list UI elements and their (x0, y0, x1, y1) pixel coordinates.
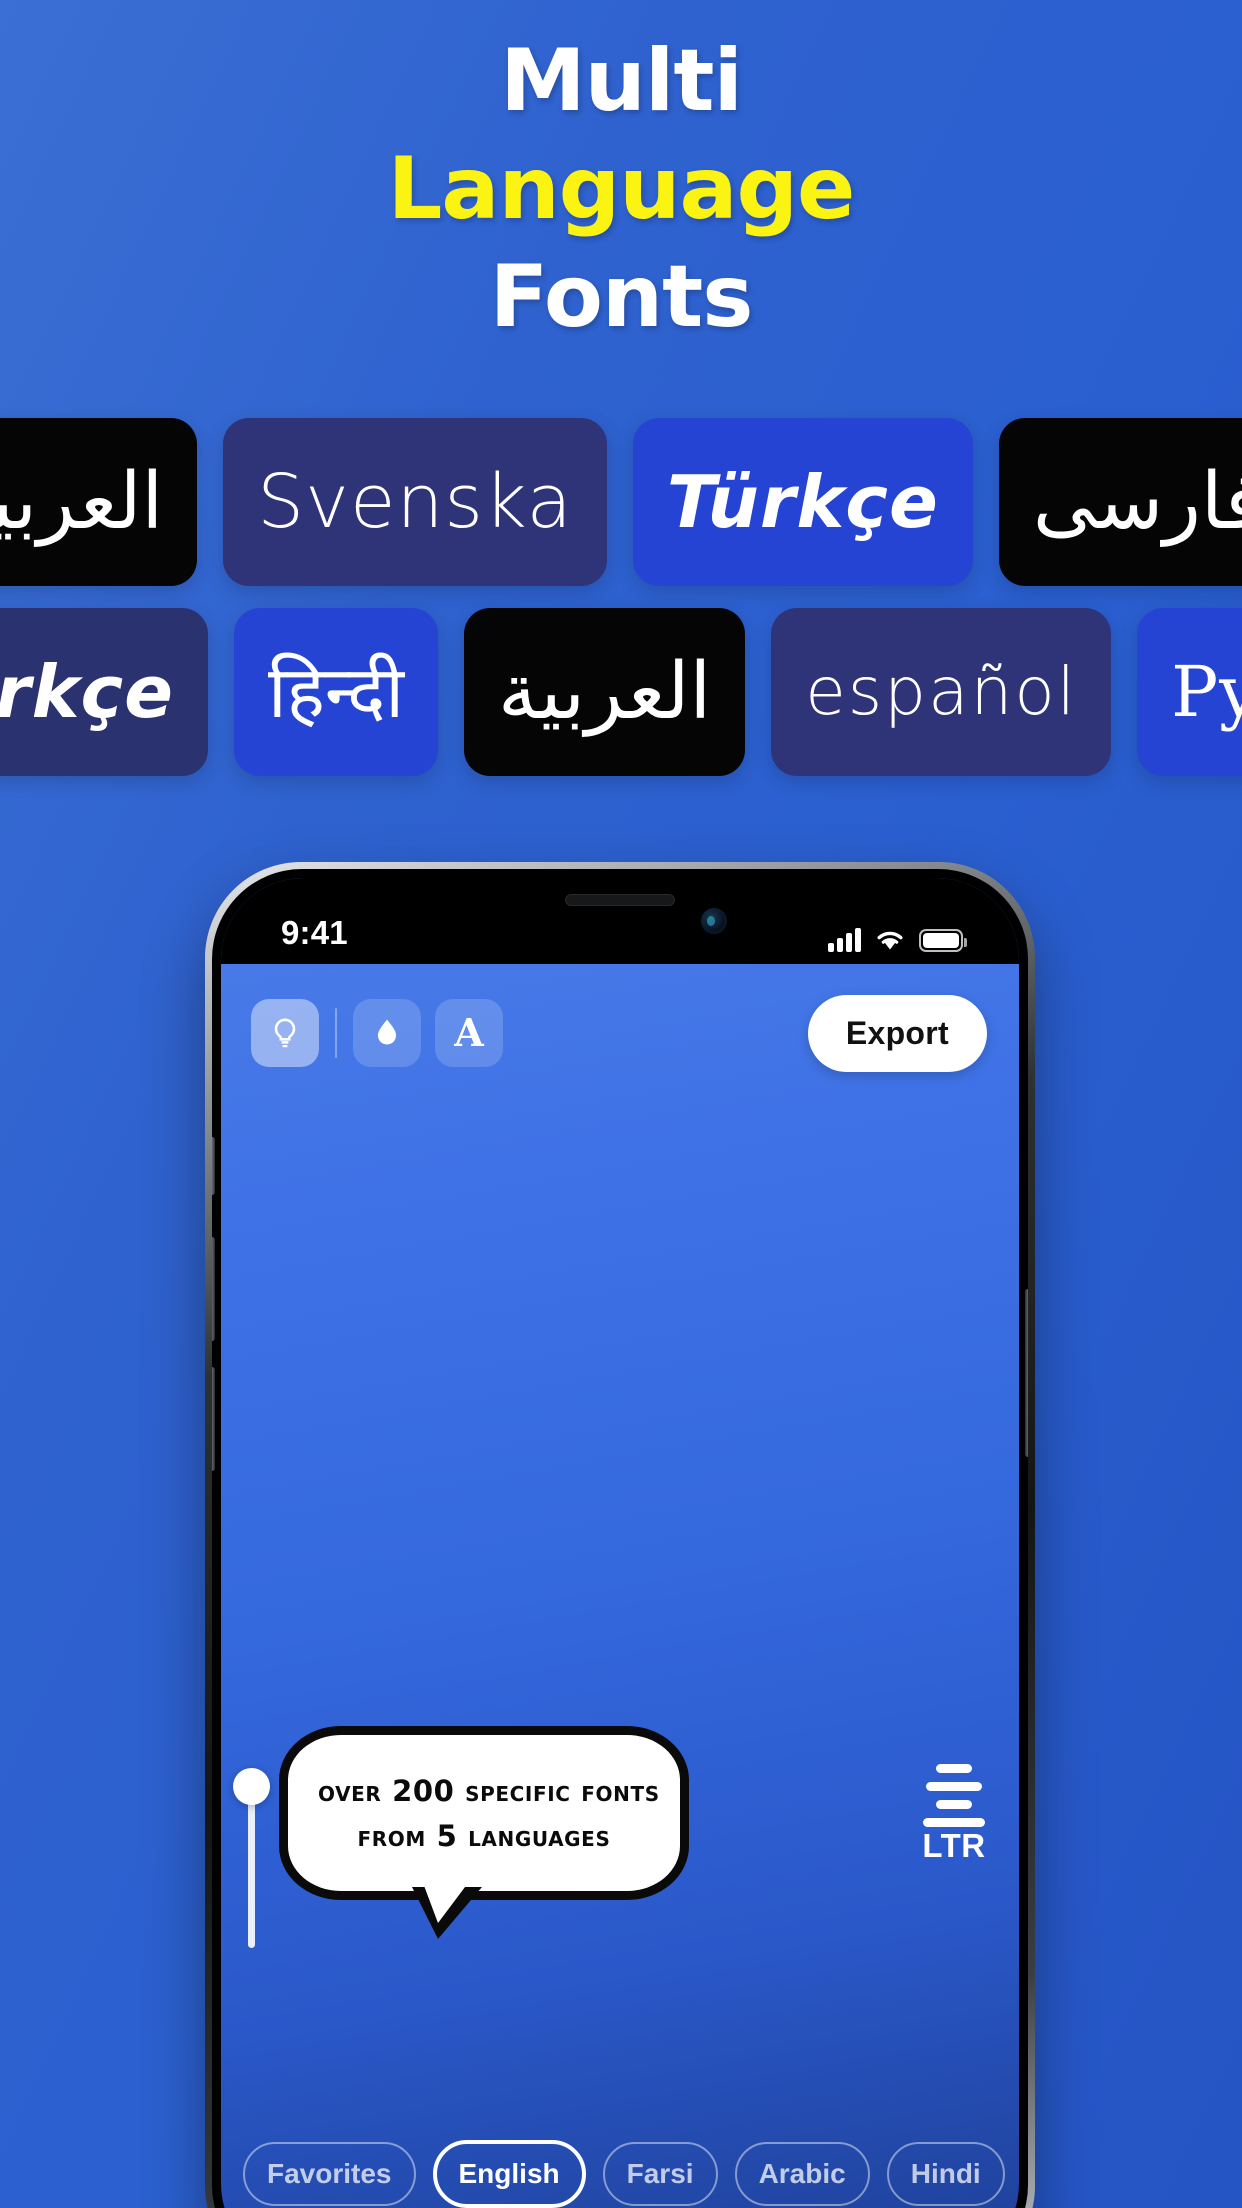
language-chip-row: العربية Svenska Türkçe فارسی 한국어 (0, 418, 1242, 586)
language-chip-rows: العربية Svenska Türkçe فارسی 한국어 Türkçe … (0, 418, 1242, 798)
slider-track (248, 1788, 255, 1948)
phone-notch (455, 878, 785, 942)
headline-line-1: Multi (500, 31, 743, 131)
language-chip[interactable]: فارسی (998, 418, 1242, 586)
color-tool-button[interactable] (353, 999, 421, 1067)
language-tab-favorites[interactable]: Favorites (243, 2142, 416, 2206)
language-tab-bar: Favorites English Farsi Arabic Hindi (221, 2116, 1019, 2208)
language-chip[interactable]: العربية (0, 418, 198, 586)
bubble-text-line: FROM 5 LANGUAGES (357, 1818, 611, 1853)
language-chip[interactable]: العربية (464, 608, 746, 776)
status-bar-clock: 9:41 (281, 914, 348, 951)
camera-glint (707, 916, 715, 926)
language-chip-label: español (805, 653, 1078, 730)
language-tab-hindi[interactable]: Hindi (886, 2142, 1005, 2206)
language-chip-label: Svenska (257, 459, 573, 545)
language-chip[interactable]: Svenska (223, 418, 607, 586)
language-chip-label: العربية (0, 457, 164, 547)
promo-screenshot: Multi Language Fonts العربية Svenska Tür… (0, 0, 1242, 2208)
app-toolbar: A Export (221, 988, 1019, 1078)
language-chip[interactable]: Türkçe (632, 418, 973, 586)
font-size-slider[interactable] (233, 1768, 270, 1948)
phone-mockup: 9:41 A Export over 200 specific fonts fr… (205, 862, 1035, 2208)
speech-bubble-tail (412, 1882, 482, 1939)
language-chip-row: Türkçe हिन्दी العربية español Русский (0, 608, 1242, 776)
lightbulb-tool-button[interactable] (251, 999, 319, 1067)
language-chip-label: فارسی (1032, 457, 1242, 547)
toolbar-divider (335, 1008, 337, 1058)
battery-icon (919, 929, 967, 952)
speech-bubble-element[interactable]: OVER 200 SPECIFIC FONTS FROM 5 LANGUAGES (279, 1726, 689, 1939)
cellular-signal-icon (828, 928, 861, 952)
font-tool-button[interactable]: A (435, 999, 503, 1067)
text-direction-controls: LTR (917, 1764, 991, 1865)
promo-headline: Multi Language Fonts (0, 38, 1242, 340)
power-button[interactable] (1025, 1289, 1028, 1457)
language-chip[interactable]: Русский (1137, 608, 1242, 776)
wifi-icon (875, 928, 905, 952)
volume-down-button[interactable] (212, 1367, 215, 1471)
bubble-text-line: OVER 200 SPECIFIC FONTS (318, 1774, 660, 1808)
align-center-icon[interactable] (917, 1764, 991, 1827)
lightbulb-icon (274, 1018, 296, 1048)
language-chip-label: हिन्दी (268, 650, 405, 734)
language-chip[interactable]: Türkçe (0, 608, 208, 776)
droplet-icon (377, 1019, 397, 1045)
speech-bubble[interactable]: OVER 200 SPECIFIC FONTS FROM 5 LANGUAGES (279, 1726, 689, 1939)
front-camera-icon (701, 908, 727, 934)
language-tab-farsi[interactable]: Farsi (602, 2142, 718, 2206)
phone-screen: 9:41 A Export over 200 specific fonts fr… (221, 878, 1019, 2208)
export-button[interactable]: Export (807, 994, 987, 1072)
headline-line-3: Fonts (489, 247, 754, 347)
slider-knob[interactable] (233, 1768, 270, 1805)
language-chip[interactable]: español (771, 608, 1112, 776)
design-canvas[interactable]: OVER 200 SPECIFIC FONTS FROM 5 LANGUAGES… (221, 1078, 1019, 2126)
earpiece-speaker-icon (565, 894, 675, 906)
phone-bezel: 9:41 A Export over 200 specific fonts fr… (212, 869, 1028, 2208)
headline-line-2: Language (387, 139, 856, 239)
mute-switch[interactable] (212, 1137, 215, 1195)
language-tab-arabic[interactable]: Arabic (734, 2142, 870, 2206)
volume-up-button[interactable] (212, 1237, 215, 1341)
language-chip[interactable]: हिन्दी (234, 608, 439, 776)
language-chip-label: Русский (1171, 651, 1242, 733)
status-bar-icons (828, 928, 967, 952)
direction-label[interactable]: LTR (922, 1827, 985, 1864)
language-tab-english[interactable]: English (432, 2140, 586, 2208)
letter-a-icon: A (454, 1010, 484, 1055)
language-chip-label: Türkçe (0, 650, 174, 734)
language-chip-label: العربية (498, 647, 712, 737)
language-chip-label: Türkçe (666, 460, 939, 544)
